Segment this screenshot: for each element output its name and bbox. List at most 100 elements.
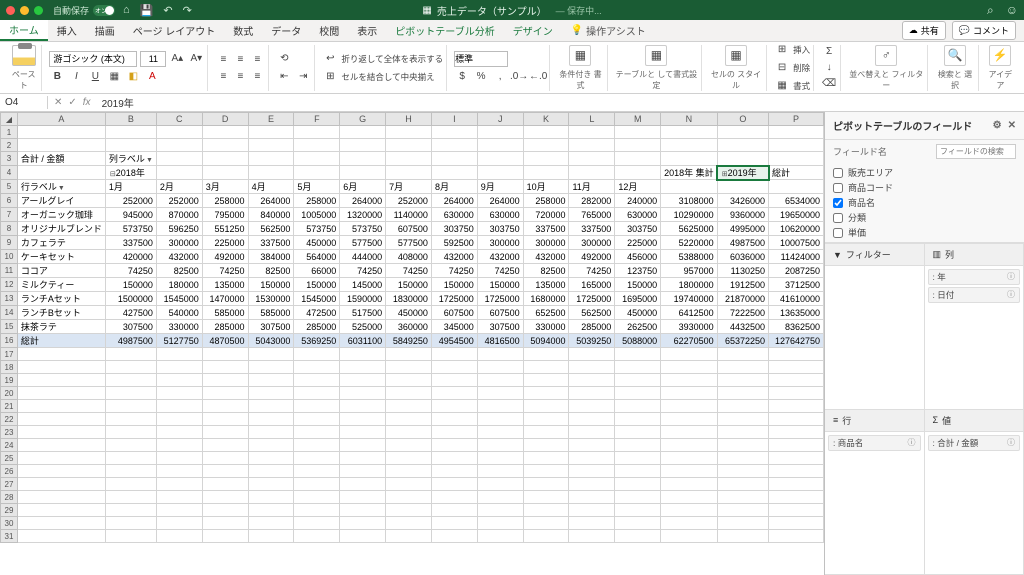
cancel-formula-icon[interactable]: ✕: [54, 97, 62, 108]
col-header-M[interactable]: M: [615, 113, 661, 126]
field-item[interactable]: 販売エリア: [833, 165, 1016, 180]
pivot-close-icon[interactable]: ✕: [1008, 120, 1016, 131]
field-item[interactable]: 単価: [833, 225, 1016, 240]
row-label[interactable]: ミルクティー: [17, 278, 105, 292]
row-label[interactable]: アールグレイ: [17, 194, 105, 208]
align-right-icon[interactable]: ≡: [249, 68, 265, 84]
currency-icon[interactable]: $: [454, 69, 470, 85]
table-format-group[interactable]: ▦ テーブルと して書式設定: [612, 45, 702, 91]
bold-button[interactable]: B: [49, 69, 65, 85]
enter-formula-icon[interactable]: ✓: [68, 97, 76, 108]
insert-cells-icon[interactable]: ⊞: [774, 42, 790, 58]
autosave-toggle[interactable]: 自動保存 オン: [53, 4, 115, 17]
align-top-icon[interactable]: ≡: [215, 51, 231, 67]
col-header-G[interactable]: G: [340, 113, 386, 126]
search-icon[interactable]: ⌕: [987, 3, 994, 18]
col-header-O[interactable]: O: [717, 113, 768, 126]
row-header[interactable]: 1: [1, 126, 18, 139]
field-item[interactable]: 商品コード: [833, 180, 1016, 195]
orientation-icon[interactable]: ⟲: [276, 51, 292, 67]
align-center-icon[interactable]: ≡: [232, 68, 248, 84]
row-label[interactable]: カフェラテ: [17, 236, 105, 250]
font-size-selector[interactable]: [140, 51, 166, 67]
columns-area[interactable]: : 年ⓘ: 日付ⓘ: [925, 266, 1024, 410]
tab-page-layout[interactable]: ページ レイアウト: [124, 20, 225, 41]
delete-cells-icon[interactable]: ⊟: [774, 60, 790, 76]
align-left-icon[interactable]: ≡: [215, 68, 231, 84]
tell-me[interactable]: 💡 操作アシスト: [562, 20, 655, 41]
row-label[interactable]: 抹茶ラテ: [17, 320, 105, 334]
field-checkbox[interactable]: [833, 183, 843, 193]
share-button[interactable]: ☁ 共有: [902, 21, 946, 40]
autosum-icon[interactable]: Σ: [821, 45, 837, 59]
selected-cell[interactable]: ⊞2019年: [717, 166, 768, 180]
col-header-C[interactable]: C: [156, 113, 202, 126]
paste-icon[interactable]: [12, 45, 36, 66]
font-selector[interactable]: [49, 51, 137, 67]
name-box[interactable]: O4: [0, 96, 48, 109]
col-header-E[interactable]: E: [248, 113, 294, 126]
tab-view[interactable]: 表示: [348, 20, 386, 41]
values-area[interactable]: : 合計 / 金額ⓘ: [925, 432, 1024, 575]
align-middle-icon[interactable]: ≡: [232, 51, 248, 67]
increase-font-icon[interactable]: A▴: [169, 51, 185, 67]
tab-formulas[interactable]: 数式: [224, 20, 262, 41]
col-header-B[interactable]: B: [105, 113, 156, 126]
account-icon[interactable]: ☺: [1006, 3, 1018, 18]
font-color-button[interactable]: A: [144, 69, 160, 85]
select-all[interactable]: ◢: [1, 113, 18, 126]
field-search-input[interactable]: [936, 144, 1016, 159]
italic-button[interactable]: I: [68, 69, 84, 85]
col-header-A[interactable]: A: [17, 113, 105, 126]
tab-design[interactable]: デザイン: [504, 20, 562, 41]
close-icon[interactable]: [6, 6, 15, 15]
col-header-L[interactable]: L: [569, 113, 615, 126]
merge-icon[interactable]: ⊞: [322, 69, 338, 85]
fx-icon[interactable]: fx: [83, 97, 91, 108]
formula-input[interactable]: 2019年: [97, 94, 1024, 111]
field-checkbox[interactable]: [833, 198, 843, 208]
row-label[interactable]: オーガニック珈琲: [17, 208, 105, 222]
row-header[interactable]: 2: [1, 139, 18, 152]
rows-area[interactable]: : 商品名ⓘ: [825, 432, 925, 575]
col-header-F[interactable]: F: [294, 113, 340, 126]
save-icon[interactable]: 💾: [140, 4, 154, 17]
info-icon[interactable]: ⓘ: [908, 437, 916, 449]
fill-icon[interactable]: ↓: [821, 61, 837, 75]
field-item[interactable]: 商品名: [833, 195, 1016, 210]
cond-format-group[interactable]: ▦ 条件付き 書式: [554, 45, 608, 91]
redo-icon[interactable]: ↷: [183, 4, 192, 17]
zoom-icon[interactable]: [34, 6, 43, 15]
comments-button[interactable]: 💬 コメント: [952, 21, 1016, 40]
filters-area[interactable]: [825, 266, 925, 410]
border-button[interactable]: ▦: [106, 69, 122, 85]
field-checkbox[interactable]: [833, 168, 843, 178]
decrease-font-icon[interactable]: A▾: [188, 51, 204, 67]
comma-icon[interactable]: ,: [492, 69, 508, 85]
col-header-D[interactable]: D: [202, 113, 248, 126]
underline-button[interactable]: U: [87, 69, 103, 85]
col-header-J[interactable]: J: [477, 113, 523, 126]
cell-styles-group[interactable]: ▦ セルの スタイル: [706, 45, 767, 91]
info-icon[interactable]: ⓘ: [1007, 271, 1015, 283]
tab-insert[interactable]: 挿入: [48, 20, 86, 41]
area-item[interactable]: : 合計 / 金額ⓘ: [928, 435, 1021, 451]
pivot-settings-icon[interactable]: ⚙: [993, 120, 1002, 131]
row-label[interactable]: ランチAセット: [17, 292, 105, 306]
decrease-decimal-icon[interactable]: ←.0: [530, 69, 546, 85]
align-bottom-icon[interactable]: ≡: [249, 51, 265, 67]
worksheet[interactable]: ◢ABCDEFGHIJKLMNOP123合計 / 金額列ラベル▼4⊟2018年2…: [0, 112, 824, 575]
home-icon[interactable]: ⌂: [123, 4, 130, 17]
find-select-group[interactable]: 🔍 検索と 選択: [932, 45, 978, 91]
tab-pivot-analyze[interactable]: ピボットテーブル分析: [386, 20, 503, 41]
area-item[interactable]: : 商品名ⓘ: [828, 435, 921, 451]
percent-icon[interactable]: %: [473, 69, 489, 85]
row-label[interactable]: ケーキセット: [17, 250, 105, 264]
info-icon[interactable]: ⓘ: [1007, 289, 1015, 301]
field-checkbox[interactable]: [833, 228, 843, 238]
toggle-switch[interactable]: オン: [93, 5, 115, 16]
col-header-N[interactable]: N: [661, 113, 718, 126]
format-cells-icon[interactable]: ▦: [774, 78, 790, 94]
tab-draw[interactable]: 描画: [86, 20, 124, 41]
row-label[interactable]: ココア: [17, 264, 105, 278]
